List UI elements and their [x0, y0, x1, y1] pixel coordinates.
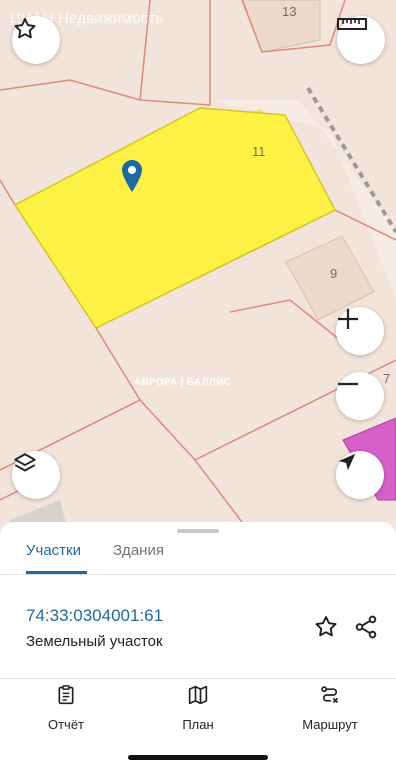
route-icon — [320, 685, 340, 710]
my-location-button[interactable] — [336, 451, 384, 499]
report-icon — [56, 685, 76, 710]
nav-route[interactable]: Маршрут — [264, 685, 396, 732]
map-icon — [188, 685, 208, 710]
map-credit: АВРОРА | БАЛЛИС — [134, 377, 232, 388]
tabs-divider — [0, 574, 396, 575]
favorite-button[interactable] — [12, 16, 60, 64]
map-view[interactable]: ЦИАН Недвижимость 13 11 9 7 АВРОРА | БАЛ… — [0, 0, 396, 540]
layers-button[interactable] — [12, 451, 60, 499]
star-outline-icon — [313, 614, 339, 645]
tab-parcels[interactable]: Участки — [26, 542, 81, 559]
cadastral-number[interactable]: 74:33:0304001:61 — [26, 606, 163, 626]
bottom-sheet: Участки Здания 74:33:0304001:61 Земельны… — [0, 522, 396, 768]
nav-plan[interactable]: План — [132, 685, 264, 732]
ruler-button[interactable] — [337, 16, 385, 64]
share-icon — [353, 614, 379, 645]
nav-report[interactable]: Отчёт — [0, 685, 132, 732]
nav-divider — [0, 678, 396, 679]
parcel-label-9: 9 — [330, 266, 338, 281]
parcel-label-7: 7 — [383, 371, 391, 386]
nav-plan-label: План — [182, 717, 214, 732]
tab-buildings[interactable]: Здания — [113, 542, 164, 559]
sheet-drag-handle[interactable] — [177, 529, 219, 533]
parcel-label-11: 11 — [252, 144, 266, 159]
nav-report-label: Отчёт — [47, 717, 85, 732]
parcel-type-label: Земельный участок — [26, 633, 163, 650]
add-favorite-button[interactable] — [312, 615, 340, 643]
zoom-in-button[interactable] — [336, 307, 384, 355]
share-button[interactable] — [352, 615, 380, 643]
parcel-label-13: 13 — [282, 4, 297, 19]
home-indicator — [128, 755, 268, 760]
zoom-out-button[interactable] — [336, 372, 384, 420]
nav-route-label: Маршрут — [302, 717, 358, 732]
